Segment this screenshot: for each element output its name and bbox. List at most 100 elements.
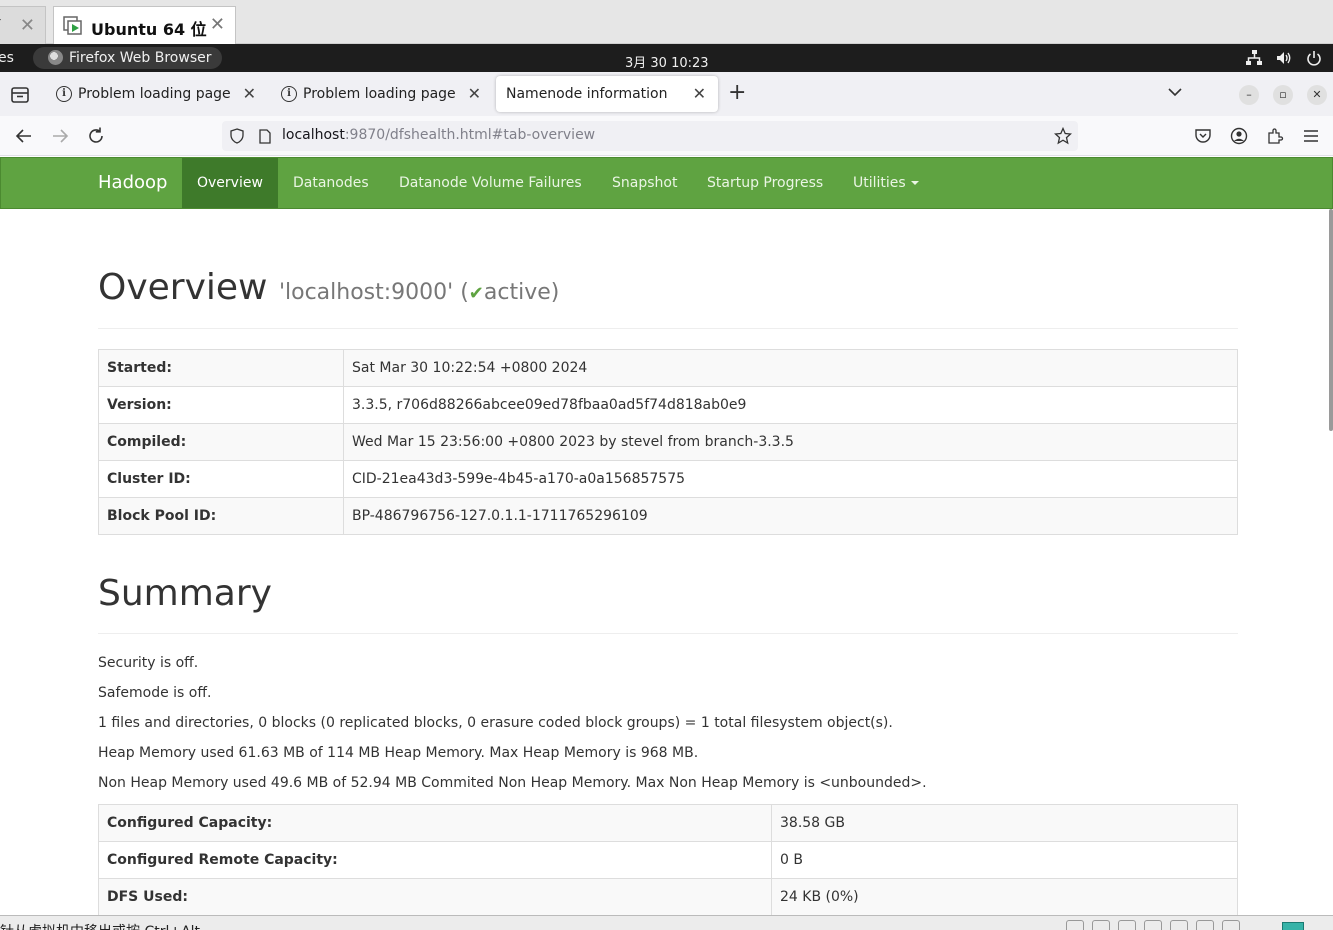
chevron-down-icon[interactable] bbox=[1165, 82, 1185, 102]
table-row: Version: 3.3.5, r706d88266abcee09ed78fba… bbox=[98, 386, 1238, 424]
summary-header: Summary bbox=[98, 573, 1238, 634]
firefox-icon bbox=[48, 50, 63, 65]
system-tray[interactable] bbox=[1245, 49, 1323, 67]
volume-icon bbox=[1275, 49, 1293, 67]
vm-message-icon[interactable] bbox=[1282, 922, 1304, 930]
window-close-button[interactable]: ✕ bbox=[1307, 85, 1327, 105]
network-icon bbox=[1245, 49, 1263, 67]
app-menu-label: Firefox Web Browser bbox=[69, 50, 212, 66]
overview-heading: Overview 'localhost:9000' (✔active) bbox=[98, 267, 1238, 308]
activities-button[interactable]: es bbox=[0, 50, 14, 66]
nav-snapshot[interactable]: Snapshot bbox=[597, 158, 692, 208]
close-icon[interactable]: ✕ bbox=[210, 14, 225, 35]
nav-utilities-label: Utilities bbox=[853, 175, 906, 191]
vm-status-bar: 针从虚拟机中移出或按 Ctrl+Alt bbox=[0, 915, 1333, 930]
table-value: 24 KB (0%) bbox=[771, 878, 1238, 916]
table-row: DFS Used: 24 KB (0%) bbox=[98, 878, 1238, 916]
table-row: Configured Capacity: 38.58 GB bbox=[98, 804, 1238, 842]
vm-device-icons[interactable] bbox=[1066, 920, 1240, 930]
close-icon[interactable]: ✕ bbox=[243, 84, 256, 103]
browser-tab-title: Namenode information bbox=[506, 86, 668, 102]
vm-tab-strip: ī ✕ Ubuntu 64 位 ✕ bbox=[0, 0, 1333, 45]
restore-button[interactable]: ▫ bbox=[1273, 85, 1293, 105]
clock[interactable]: 3月 30 10:23 bbox=[625, 52, 709, 71]
cd-icon[interactable] bbox=[1092, 920, 1110, 930]
nav-overview[interactable]: Overview bbox=[182, 158, 278, 208]
table-key: Block Pool ID: bbox=[98, 497, 344, 535]
table-value: BP-486796756-127.0.1.1-1711765296109 bbox=[343, 497, 1238, 535]
table-key: Started: bbox=[98, 349, 344, 387]
nav-utilities-dropdown[interactable]: Utilities bbox=[838, 158, 934, 208]
namenode-host: 'localhost:9000' ( bbox=[278, 280, 469, 305]
bookmark-star-icon[interactable] bbox=[1054, 127, 1072, 145]
account-icon[interactable] bbox=[1230, 127, 1248, 145]
overview-subtitle: 'localhost:9000' (✔active) bbox=[279, 280, 559, 305]
browser-tab-title: Problem loading page bbox=[78, 86, 231, 102]
table-key: Cluster ID: bbox=[98, 460, 344, 498]
vm-tab-previous[interactable]: ī ✕ bbox=[0, 6, 46, 44]
network-adapter-icon[interactable] bbox=[1170, 920, 1188, 930]
nav-datanode-volume-failures[interactable]: Datanode Volume Failures bbox=[384, 158, 597, 208]
nav-datanodes[interactable]: Datanodes bbox=[278, 158, 384, 208]
page-icon[interactable] bbox=[258, 129, 272, 144]
table-value: Wed Mar 15 23:56:00 +0800 2023 by stevel… bbox=[343, 423, 1238, 461]
namenode-state: active) bbox=[483, 280, 560, 305]
table-value: 0 B bbox=[771, 841, 1238, 879]
shield-icon[interactable] bbox=[229, 128, 245, 144]
close-icon[interactable]: ✕ bbox=[20, 15, 35, 36]
reload-icon[interactable] bbox=[85, 125, 107, 147]
vm-tab-ubuntu[interactable]: Ubuntu 64 位 ✕ bbox=[53, 6, 236, 45]
table-key: Configured Capacity: bbox=[98, 804, 772, 842]
new-tab-button[interactable]: + bbox=[728, 82, 746, 104]
browser-tab-title: Problem loading page bbox=[303, 86, 456, 102]
overview-title: Overview bbox=[98, 267, 268, 308]
back-arrow-icon[interactable] bbox=[13, 125, 35, 147]
vm-running-icon bbox=[63, 16, 82, 35]
usb-icon[interactable] bbox=[1196, 920, 1214, 930]
table-key: Configured Remote Capacity: bbox=[98, 841, 772, 879]
power-icon bbox=[1305, 49, 1323, 67]
browser-tab-1[interactable]: i Problem loading page ✕ bbox=[46, 76, 268, 112]
browser-nav-bar: localhost:9870/dfshealth.html#tab-overvi… bbox=[0, 116, 1333, 156]
page-scrollbar[interactable] bbox=[1329, 209, 1333, 431]
info-icon: i bbox=[56, 86, 72, 102]
table-row: Compiled: Wed Mar 15 23:56:00 +0800 2023… bbox=[98, 423, 1238, 461]
url-path: :9870/dfshealth.html#tab-overview bbox=[344, 127, 596, 143]
table-value: CID-21ea43d3-599e-4b45-a170-a0a156857575 bbox=[343, 460, 1238, 498]
close-icon[interactable]: ✕ bbox=[693, 84, 706, 103]
url-text[interactable]: localhost:9870/dfshealth.html#tab-overvi… bbox=[282, 127, 595, 143]
gnome-top-bar: es Firefox Web Browser 3月 30 10:23 bbox=[0, 44, 1333, 72]
forward-arrow-icon[interactable] bbox=[49, 125, 71, 147]
app-menu[interactable]: Firefox Web Browser bbox=[33, 47, 222, 69]
close-icon[interactable]: ✕ bbox=[468, 84, 481, 103]
summary-line: Security is off. bbox=[98, 655, 199, 671]
summary-line: Non Heap Memory used 49.6 MB of 52.94 MB… bbox=[98, 775, 927, 791]
pocket-icon[interactable] bbox=[1194, 127, 1212, 145]
floppy-icon[interactable] bbox=[1118, 920, 1136, 930]
nav-startup-progress[interactable]: Startup Progress bbox=[692, 158, 838, 208]
audio-icon[interactable] bbox=[1222, 920, 1240, 930]
summary-line: Heap Memory used 61.63 MB of 114 MB Heap… bbox=[98, 745, 699, 761]
vm-status-message: 针从虚拟机中移出或按 Ctrl+Alt bbox=[0, 921, 200, 930]
summary-table: Configured Capacity: 38.58 GB Configured… bbox=[98, 804, 1238, 916]
browser-tab-2[interactable]: i Problem loading page ✕ bbox=[271, 76, 493, 112]
summary-line: Safemode is off. bbox=[98, 685, 212, 701]
save-icon[interactable] bbox=[1144, 920, 1162, 930]
hdd-icon[interactable] bbox=[1066, 920, 1084, 930]
summary-line: 1 files and directories, 0 blocks (0 rep… bbox=[98, 715, 893, 731]
table-value: 38.58 GB bbox=[771, 804, 1238, 842]
extensions-icon[interactable] bbox=[1266, 127, 1284, 145]
firefox-view-icon[interactable] bbox=[8, 83, 32, 107]
minimize-button[interactable]: – bbox=[1239, 85, 1259, 105]
table-row: Configured Remote Capacity: 0 B bbox=[98, 841, 1238, 879]
table-row: Cluster ID: CID-21ea43d3-599e-4b45-a170-… bbox=[98, 460, 1238, 498]
caret-down-icon bbox=[910, 181, 919, 185]
browser-tab-3-active[interactable]: Namenode information ✕ bbox=[496, 76, 718, 112]
overview-table: Started: Sat Mar 30 10:22:54 +0800 2024 … bbox=[98, 349, 1238, 535]
address-bar[interactable]: localhost:9870/dfshealth.html#tab-overvi… bbox=[222, 121, 1078, 151]
table-value: 3.3.5, r706d88266abcee09ed78fbaa0ad5f74d… bbox=[343, 386, 1238, 424]
url-host: localhost bbox=[282, 127, 345, 143]
hadoop-brand[interactable]: Hadoop bbox=[98, 172, 167, 193]
hamburger-menu-icon[interactable] bbox=[1302, 127, 1320, 145]
table-key: Version: bbox=[98, 386, 344, 424]
